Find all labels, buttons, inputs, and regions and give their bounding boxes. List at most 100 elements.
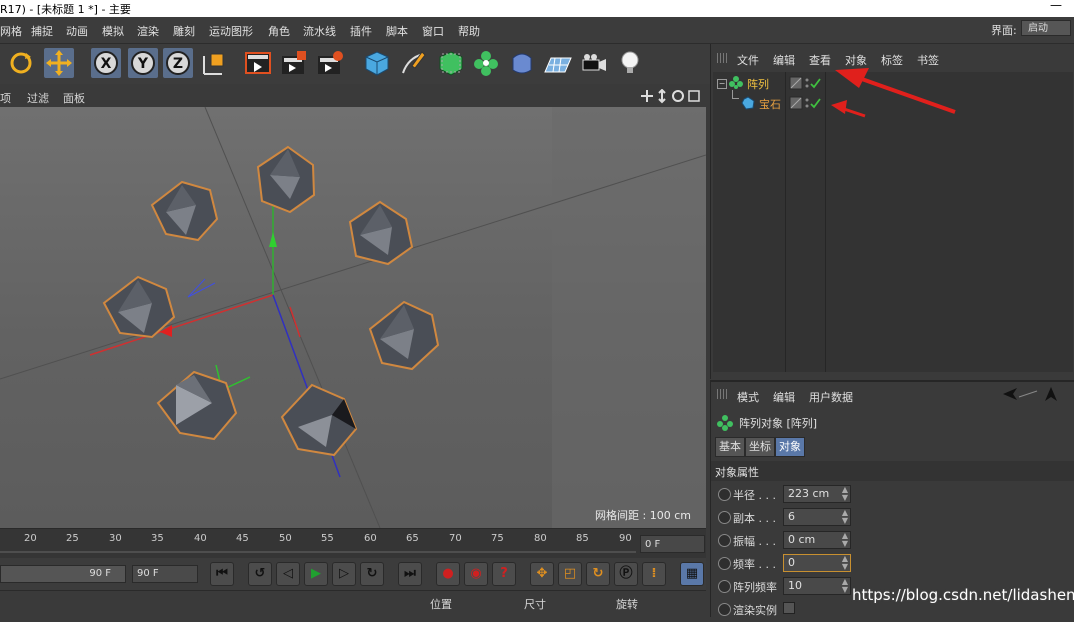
cube-primitive-icon[interactable] bbox=[362, 48, 392, 78]
radius-field[interactable]: 223 cm ▲ ▼ bbox=[783, 485, 851, 503]
timeline-tick: 65 bbox=[406, 533, 419, 544]
panel-grip-icon[interactable] bbox=[717, 53, 729, 63]
light-icon[interactable] bbox=[615, 48, 645, 78]
animate-param-toggle[interactable] bbox=[718, 511, 731, 524]
minimize-button[interactable]: — bbox=[1050, 0, 1062, 12]
frame-range-slider[interactable]: 90 F bbox=[0, 565, 126, 583]
position-header: 位置 bbox=[430, 598, 452, 611]
render-picture-viewer-icon[interactable] bbox=[279, 48, 309, 78]
menu-simulate[interactable]: 模拟 bbox=[102, 23, 124, 39]
mograph-cloner-icon[interactable] bbox=[471, 48, 501, 78]
z-axis-lock-icon[interactable]: Z bbox=[163, 48, 193, 78]
menu-window[interactable]: 窗口 bbox=[422, 23, 444, 39]
panel-grip-icon[interactable] bbox=[717, 389, 729, 399]
stepper-arrows-icon[interactable]: ▲ ▼ bbox=[842, 509, 848, 525]
menu-sculpt[interactable]: 雕刻 bbox=[173, 23, 195, 39]
menu-pipeline[interactable]: 流水线 bbox=[303, 23, 336, 39]
attr-nav-icons[interactable] bbox=[1001, 385, 1067, 403]
camera-icon[interactable] bbox=[579, 48, 609, 78]
menu-render[interactable]: 渲染 bbox=[137, 23, 159, 39]
viewport-menu-item[interactable]: 项 bbox=[0, 90, 11, 106]
pen-spline-icon[interactable] bbox=[398, 48, 428, 78]
key-position-icon[interactable]: ✥ bbox=[530, 562, 554, 586]
next-key-icon[interactable]: ↻ bbox=[360, 562, 384, 586]
attr-menu-edit[interactable]: 编辑 bbox=[773, 389, 795, 405]
object-array[interactable]: 阵列 bbox=[747, 76, 769, 92]
menu-character[interactable]: 角色 bbox=[268, 23, 290, 39]
objmgr-menu-view[interactable]: 查看 bbox=[809, 52, 831, 68]
animate-param-toggle[interactable] bbox=[718, 603, 731, 616]
current-frame-field[interactable]: 0 F bbox=[640, 535, 705, 553]
menu-animate[interactable]: 动画 bbox=[66, 23, 88, 39]
collapse-toggle-icon[interactable]: − bbox=[717, 79, 727, 89]
key-rotation-icon[interactable]: ↻ bbox=[586, 562, 610, 586]
menu-help[interactable]: 帮助 bbox=[458, 23, 480, 39]
timeline-tick: 20 bbox=[24, 533, 37, 544]
deformer-icon[interactable] bbox=[507, 48, 537, 78]
objmgr-menu-edit[interactable]: 编辑 bbox=[773, 52, 795, 68]
animate-param-toggle[interactable] bbox=[718, 488, 731, 501]
render-settings-icon[interactable] bbox=[315, 48, 345, 78]
timeline-ruler[interactable]: 20 25 30 35 40 45 50 55 60 65 70 75 80 8… bbox=[0, 528, 706, 559]
menu-plugins[interactable]: 插件 bbox=[350, 23, 372, 39]
stepper-arrows-icon[interactable]: ▲ ▼ bbox=[842, 486, 848, 502]
stepper-arrows-icon[interactable]: ▲ ▼ bbox=[842, 532, 848, 548]
menu-script[interactable]: 脚本 bbox=[386, 23, 408, 39]
record-keys-icon[interactable]: ● bbox=[436, 562, 460, 586]
objmgr-menu-file[interactable]: 文件 bbox=[737, 52, 759, 68]
previous-frame-icon[interactable]: ◁ bbox=[276, 562, 300, 586]
viewport-nav-icons[interactable] bbox=[640, 89, 704, 105]
gem-clone[interactable] bbox=[102, 275, 176, 339]
tab-object[interactable]: 对象 bbox=[775, 437, 805, 457]
next-frame-icon[interactable]: ▷ bbox=[332, 562, 356, 586]
tab-coordinates[interactable]: 坐标 bbox=[745, 437, 775, 457]
viewport-menu-panel[interactable]: 面板 bbox=[63, 90, 85, 106]
key-scale-icon[interactable]: ◰ bbox=[558, 562, 582, 586]
tree-branch-line bbox=[732, 90, 739, 99]
gem-clone[interactable] bbox=[156, 370, 238, 441]
menu-mograph[interactable]: 运动图形 bbox=[209, 23, 253, 39]
coordinate-system-icon[interactable] bbox=[198, 48, 228, 78]
end-frame-field[interactable]: 90 F bbox=[132, 565, 198, 583]
key-pla-icon[interactable]: ⁞ bbox=[642, 562, 666, 586]
attr-menu-mode[interactable]: 模式 bbox=[737, 389, 759, 405]
animate-param-toggle[interactable] bbox=[718, 557, 731, 570]
tab-basic[interactable]: 基本 bbox=[715, 437, 745, 457]
subdivision-icon[interactable] bbox=[436, 48, 466, 78]
stepper-arrows-icon[interactable]: ▲ ▼ bbox=[842, 578, 848, 594]
floor-icon[interactable] bbox=[543, 48, 573, 78]
menu-mesh[interactable]: 网格 bbox=[0, 23, 22, 39]
attr-menu-user-data[interactable]: 用户数据 bbox=[809, 389, 853, 405]
animate-param-toggle[interactable] bbox=[718, 580, 731, 593]
frequency-field[interactable]: 0 ▲ ▼ bbox=[783, 554, 851, 572]
previous-key-icon[interactable]: ↺ bbox=[248, 562, 272, 586]
play-icon[interactable]: ▶ bbox=[304, 562, 328, 586]
layout-select[interactable]: 启动 bbox=[1021, 20, 1071, 36]
menu-snap[interactable]: 捕捉 bbox=[31, 23, 53, 39]
gem-clone[interactable] bbox=[348, 200, 414, 266]
key-parameter-icon[interactable]: Ⓟ bbox=[614, 562, 638, 586]
animate-param-toggle[interactable] bbox=[718, 534, 731, 547]
go-to-start-icon[interactable]: ⏮ bbox=[210, 562, 234, 586]
gem-clone[interactable] bbox=[368, 300, 440, 371]
copies-field[interactable]: 6 ▲ ▼ bbox=[783, 508, 851, 526]
move-icon[interactable] bbox=[44, 48, 74, 78]
amplitude-field[interactable]: 0 cm ▲ ▼ bbox=[783, 531, 851, 549]
scheme-film-icon[interactable]: ▦ bbox=[680, 562, 704, 586]
autokey-icon[interactable]: ◉ bbox=[464, 562, 488, 586]
gem-clone[interactable] bbox=[256, 145, 316, 214]
render-view-icon[interactable] bbox=[243, 48, 273, 78]
3d-viewport[interactable]: 网格间距 : 100 cm bbox=[0, 107, 706, 528]
keyframe-selection-icon[interactable]: ? bbox=[492, 562, 516, 586]
stepper-arrows-icon[interactable]: ▲ ▼ bbox=[842, 555, 848, 571]
object-flags[interactable] bbox=[789, 76, 823, 116]
object-gem[interactable]: 宝石 bbox=[759, 96, 781, 112]
y-axis-lock-icon[interactable]: Y bbox=[128, 48, 158, 78]
render-instances-checkbox[interactable] bbox=[783, 602, 795, 614]
viewport-menu-filter[interactable]: 过滤 bbox=[27, 90, 49, 106]
x-axis-lock-icon[interactable]: X bbox=[91, 48, 121, 78]
array-frequency-field[interactable]: 10 ▲ ▼ bbox=[783, 577, 851, 595]
gem-clone[interactable] bbox=[150, 180, 219, 242]
rotate-icon[interactable] bbox=[6, 48, 36, 78]
go-to-end-icon[interactable]: ⏭ bbox=[398, 562, 422, 586]
